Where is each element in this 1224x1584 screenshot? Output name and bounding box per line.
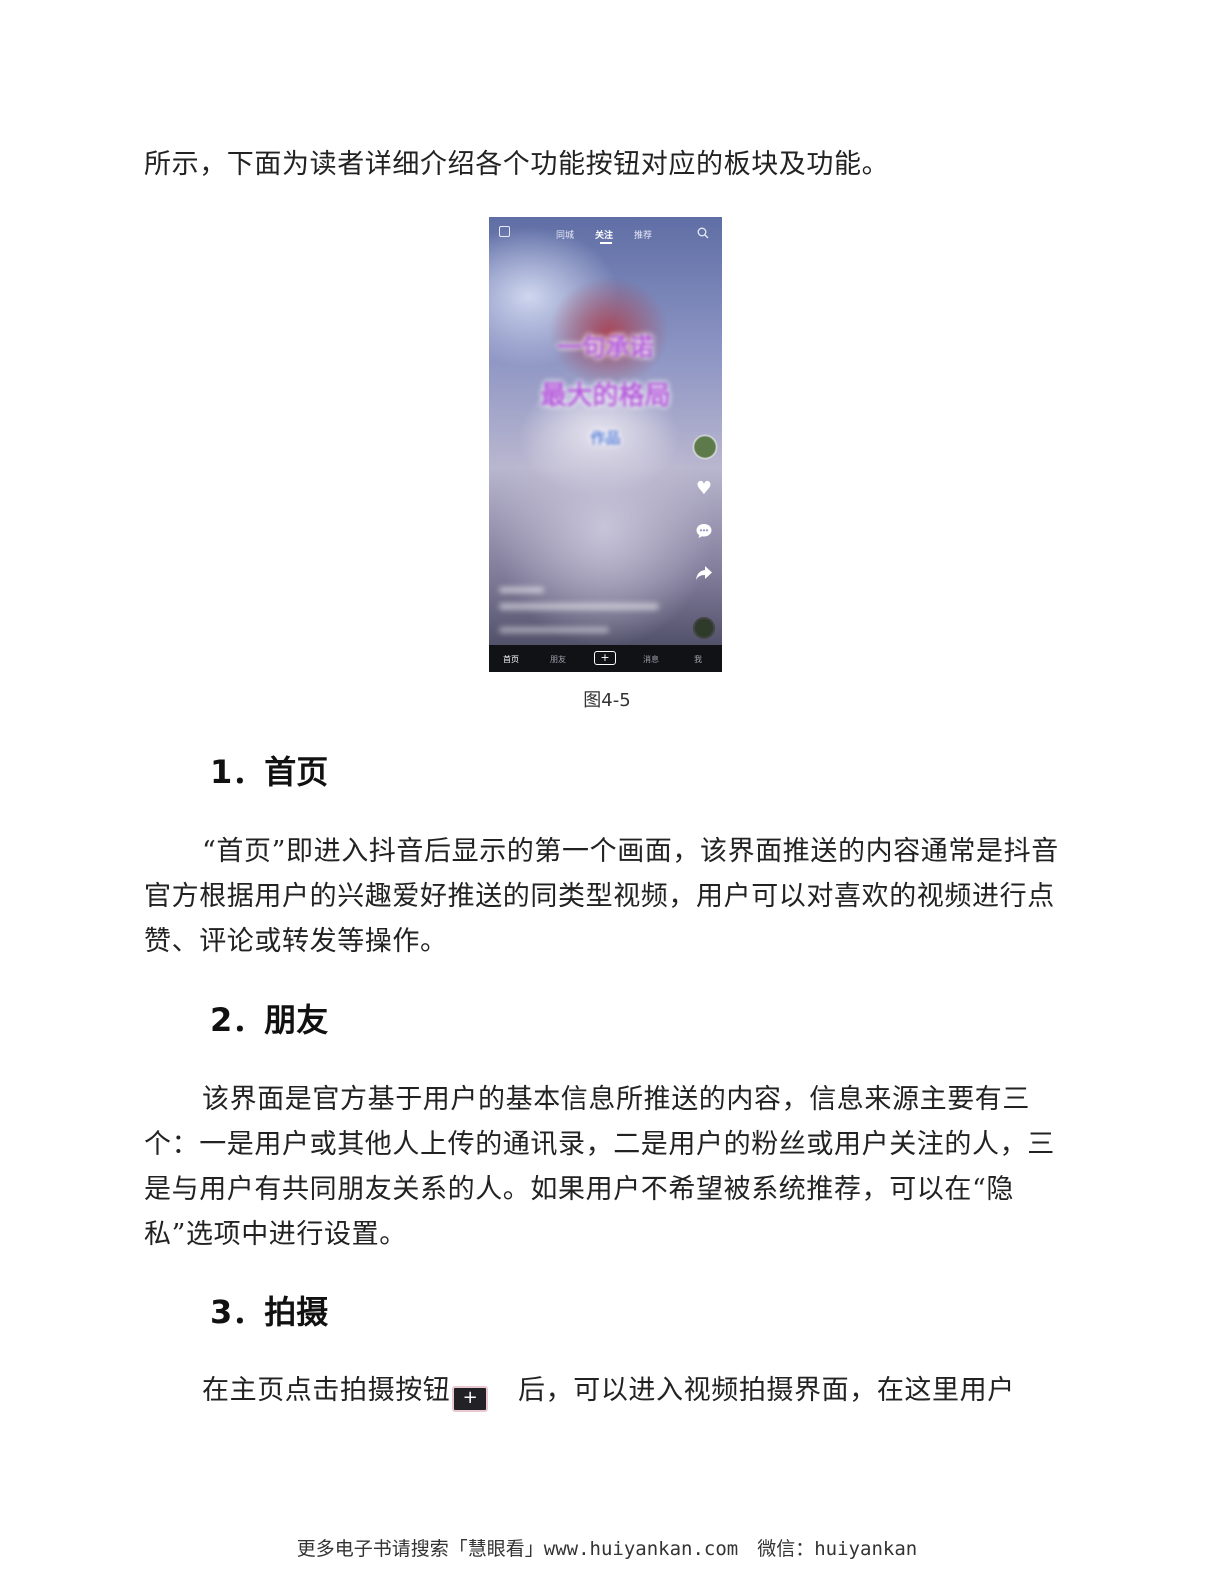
nav-me: 我	[694, 655, 702, 664]
shoot-text-before: 在主页点击拍摄按钮	[202, 1375, 451, 1406]
shoot-button-icon: +	[452, 1386, 489, 1412]
document-page: 所示，下面为读者详细介绍各个功能按钮对应的板块及功能。 同城 关注 推荐 一句承…	[0, 0, 1224, 1584]
shoot-text-after: 后，可以进入视频拍摄界面，在这里用户	[518, 1375, 1015, 1406]
page-footer: 更多电子书请搜索「慧眼看」www.huiyankan.com 微信：huiyan…	[296, 1538, 918, 1560]
avatar	[693, 435, 717, 459]
share-icon	[696, 566, 712, 580]
nav-friends: 朋友	[550, 655, 566, 664]
video-caption-blur	[499, 603, 659, 610]
intro-paragraph: 所示，下面为读者详细介绍各个功能按钮对应的板块及功能。	[144, 149, 890, 180]
phone-bottom-nav: 首页 朋友 + 消息 我	[489, 645, 722, 672]
music-disc-icon	[693, 617, 715, 639]
live-icon	[499, 226, 510, 237]
video-overlay-line-2: 最大的格局	[540, 381, 671, 411]
section-body-shoot: 在主页点击拍摄按钮 + 后，可以进入视频拍摄界面，在这里用户	[144, 1368, 1080, 1413]
phone-screenshot: 同城 关注 推荐 一句承诺 最大的格局 作品 ♥ 首页 朋友 + 消息 我	[489, 217, 722, 672]
heart-icon: ♥	[695, 478, 713, 499]
section-heading-shoot: 3．拍摄	[210, 1293, 329, 1331]
phone-top-bar: 同城 关注 推荐	[489, 217, 722, 251]
section-body-friends: 该界面是官方基于用户的基本信息所推送的内容，信息来源主要有三个：一是用户或其他人…	[144, 1084, 1055, 1250]
nav-shoot-button: +	[594, 651, 616, 665]
search-icon	[697, 227, 709, 239]
video-caption-blur	[499, 587, 544, 593]
tab-following: 关注	[595, 231, 614, 241]
section-body-home: “首页”即进入抖音后显示的第一个画面，该界面推送的内容通常是抖音官方根据用户的兴…	[144, 836, 1059, 957]
comment-icon	[696, 524, 712, 538]
nav-messages: 消息	[643, 655, 659, 664]
video-overlay-line-3: 作品	[590, 429, 621, 447]
video-caption-blur	[499, 627, 609, 633]
tab-nearby: 同城	[556, 231, 575, 241]
nav-home: 首页	[503, 655, 519, 664]
section-heading-friends: 2．朋友	[210, 1001, 329, 1039]
section-heading-home: 1．首页	[210, 753, 329, 791]
active-tab-indicator	[600, 242, 612, 244]
tab-recommended: 推荐	[634, 231, 653, 241]
video-overlay-line-1: 一句承诺	[557, 333, 654, 361]
figure-caption: 图4-5	[583, 690, 631, 711]
